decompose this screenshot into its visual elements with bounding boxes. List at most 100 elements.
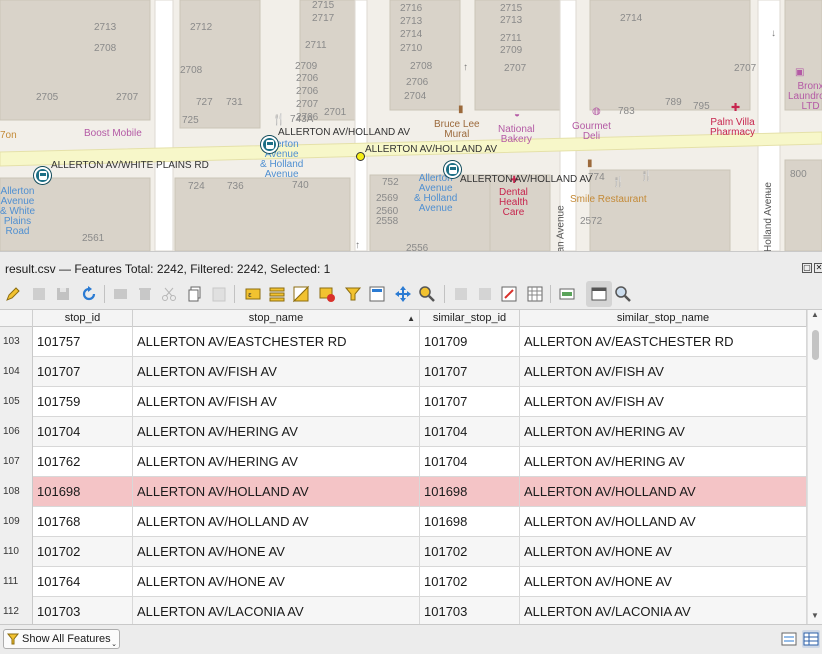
delete-feature-icon[interactable] [136, 285, 154, 303]
selected-feature-icon[interactable] [356, 152, 365, 161]
cell-stop-name[interactable]: ALLERTON AV/HOLLAND AV [133, 507, 420, 537]
table-row[interactable]: 103 101757 ALLERTON AV/EASTCHESTER RD 10170… [0, 327, 807, 357]
cell-similar-stop-name[interactable]: ALLERTON AV/HONE AV [520, 537, 807, 567]
delete-field-icon[interactable] [476, 285, 494, 303]
paste-icon[interactable] [210, 285, 228, 303]
cell-stop-name[interactable]: ALLERTON AV/HONE AV [133, 537, 420, 567]
cell-stop-id[interactable]: 101698 [33, 477, 133, 507]
cell-similar-stop-name[interactable]: ALLERTON AV/HOLLAND AV [520, 507, 807, 537]
cell-stop-name[interactable]: ALLERTON AV/HERING AV [133, 447, 420, 477]
table-row[interactable]: 107 101762 ALLERTON AV/HERING AV 101704 ALLE… [0, 447, 807, 477]
cell-stop-name[interactable]: ALLERTON AV/FISH AV [133, 387, 420, 417]
row-number[interactable]: 108 [0, 477, 33, 507]
form-view-icon[interactable] [780, 630, 798, 648]
zoom-to-selected-icon[interactable] [418, 285, 436, 303]
row-number[interactable]: 104 [0, 357, 33, 387]
cell-stop-id[interactable]: 101704 [33, 417, 133, 447]
cell-similar-stop-name[interactable]: ALLERTON AV/HOLLAND AV [520, 477, 807, 507]
show-all-features-button[interactable]: Show All Features ⌄ [3, 629, 120, 649]
cell-similar-stop-id[interactable]: 101698 [420, 507, 520, 537]
toggle-editing-icon[interactable] [4, 285, 22, 303]
cut-icon[interactable] [160, 285, 178, 303]
row-number[interactable]: 106 [0, 417, 33, 447]
cell-stop-id[interactable]: 101707 [33, 357, 133, 387]
deselect-all-icon[interactable] [318, 285, 336, 303]
cell-stop-id[interactable]: 101702 [33, 537, 133, 567]
reload-icon[interactable] [80, 285, 98, 303]
copy-icon[interactable] [186, 285, 204, 303]
bus-stop-icon[interactable] [34, 167, 51, 184]
table-row[interactable]: 109 101768 ALLERTON AV/HOLLAND AV 101698 ALL… [0, 507, 807, 537]
corner-cell[interactable] [0, 310, 33, 327]
cell-stop-name[interactable]: ALLERTON AV/LACONIA AV [133, 597, 420, 624]
row-number[interactable]: 111 [0, 567, 33, 597]
cell-similar-stop-id[interactable]: 101704 [420, 417, 520, 447]
invert-selection-icon[interactable] [292, 285, 310, 303]
table-row[interactable]: 105 101759 ALLERTON AV/FISH AV 101707 ALLERT… [0, 387, 807, 417]
select-all-icon[interactable] [268, 285, 286, 303]
cell-stop-id[interactable]: 101768 [33, 507, 133, 537]
add-feature-icon[interactable] [112, 285, 130, 303]
row-number[interactable]: 110 [0, 537, 33, 567]
filter-select-icon[interactable] [344, 285, 362, 303]
cell-stop-name[interactable]: ALLERTON AV/HERING AV [133, 417, 420, 447]
column-header-stop-id[interactable]: stop_id [33, 310, 133, 327]
table-settings-icon[interactable] [614, 285, 632, 303]
cell-stop-id[interactable]: 101764 [33, 567, 133, 597]
table-row[interactable]: 104 101707 ALLERTON AV/FISH AV 101707 ALLERT… [0, 357, 807, 387]
cell-similar-stop-name[interactable]: ALLERTON AV/LACONIA AV [520, 597, 807, 624]
row-number[interactable]: 105 [0, 387, 33, 417]
row-number[interactable]: 103 [0, 327, 33, 357]
column-header-similar-stop-name[interactable]: similar_stop_name [520, 310, 807, 327]
select-expression-icon[interactable]: ε [244, 285, 262, 303]
cell-similar-stop-id[interactable]: 101709 [420, 327, 520, 357]
row-number[interactable]: 112 [0, 597, 33, 624]
cell-stop-id[interactable]: 101759 [33, 387, 133, 417]
close-icon[interactable]: ✕ [814, 263, 822, 273]
cell-stop-id[interactable]: 101703 [33, 597, 133, 624]
cell-similar-stop-name[interactable]: ALLERTON AV/FISH AV [520, 387, 807, 417]
column-header-stop-name[interactable]: stop_name ▲ [133, 310, 420, 327]
cell-similar-stop-name[interactable]: ALLERTON AV/EASTCHESTER RD [520, 327, 807, 357]
cell-stop-id[interactable]: 101757 [33, 327, 133, 357]
column-header-similar-stop-id[interactable]: similar_stop_id [420, 310, 520, 327]
save-edits-icon[interactable] [54, 285, 72, 303]
cell-similar-stop-name[interactable]: ALLERTON AV/FISH AV [520, 357, 807, 387]
map-canvas[interactable]: 2715 2716 2715 2717 2713 2714 2713 2713 … [0, 0, 822, 251]
cell-similar-stop-id[interactable]: 101704 [420, 447, 520, 477]
cell-stop-name[interactable]: ALLERTON AV/HOLLAND AV [133, 477, 420, 507]
field-calculator-icon[interactable] [500, 285, 518, 303]
actions-icon[interactable] [558, 285, 576, 303]
cell-similar-stop-id[interactable]: 101702 [420, 567, 520, 597]
table-row[interactable]: 110 101702 ALLERTON AV/HONE AV 101702 ALLERT… [0, 537, 807, 567]
cell-stop-name[interactable]: ALLERTON AV/HONE AV [133, 567, 420, 597]
multi-edit-icon[interactable] [30, 285, 48, 303]
bus-stop-icon[interactable] [261, 136, 278, 153]
new-field-icon[interactable] [452, 285, 470, 303]
bus-stop-icon[interactable] [444, 161, 461, 178]
cell-similar-stop-name[interactable]: ALLERTON AV/HERING AV [520, 447, 807, 477]
row-number[interactable]: 109 [0, 507, 33, 537]
float-icon[interactable]: ▢ [802, 263, 812, 273]
scrollbar-thumb[interactable] [812, 330, 819, 360]
table-row-selected[interactable]: 108 101698 ALLERTON AV/HOLLAND AV 101698 ALL… [0, 477, 807, 507]
table-row[interactable]: 112 101703 ALLERTON AV/LACONIA AV 101703 ALL… [0, 597, 807, 624]
row-number[interactable]: 107 [0, 447, 33, 477]
cell-similar-stop-name[interactable]: ALLERTON AV/HONE AV [520, 567, 807, 597]
cell-similar-stop-id[interactable]: 101703 [420, 597, 520, 624]
cell-stop-name[interactable]: ALLERTON AV/EASTCHESTER RD [133, 327, 420, 357]
scroll-up-icon[interactable]: ▲ [811, 310, 819, 319]
move-selection-top-icon[interactable] [368, 285, 386, 303]
cell-stop-name[interactable]: ALLERTON AV/FISH AV [133, 357, 420, 387]
vertical-scrollbar[interactable]: ▲ ▼ [807, 310, 822, 624]
dock-table-icon[interactable] [590, 285, 608, 303]
cell-similar-stop-id[interactable]: 101707 [420, 387, 520, 417]
cell-stop-id[interactable]: 101762 [33, 447, 133, 477]
pan-to-selected-icon[interactable] [394, 285, 412, 303]
table-row[interactable]: 111 101764 ALLERTON AV/HONE AV 101702 ALLERT… [0, 567, 807, 597]
cell-similar-stop-id[interactable]: 101698 [420, 477, 520, 507]
table-view-icon[interactable] [802, 630, 820, 648]
scroll-down-icon[interactable]: ▼ [811, 611, 819, 620]
table-row[interactable]: 106 101704 ALLERTON AV/HERING AV 101704 ALLE… [0, 417, 807, 447]
conditional-format-icon[interactable] [526, 285, 544, 303]
